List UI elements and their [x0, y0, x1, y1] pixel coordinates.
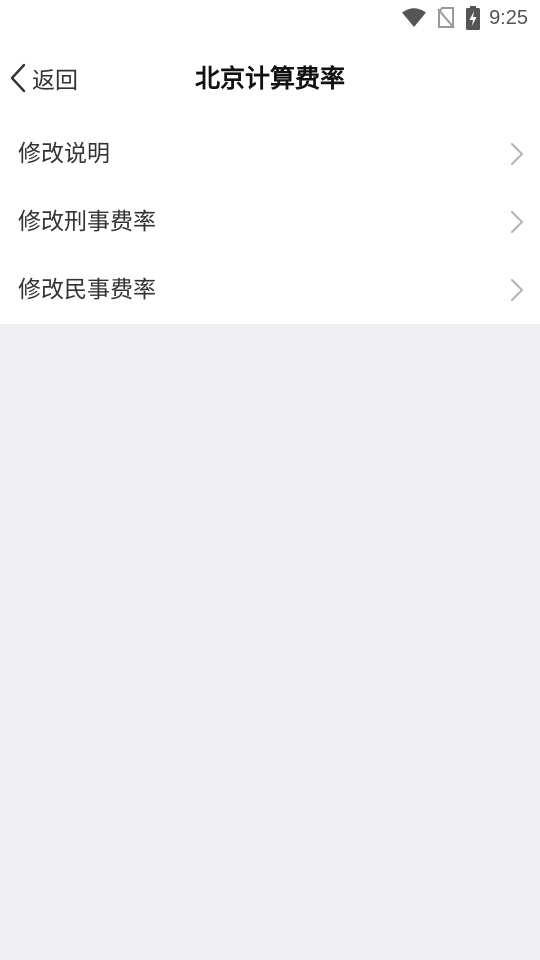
menu-item-label: 修改民事费率	[18, 277, 156, 303]
chevron-right-icon	[510, 210, 524, 234]
sim-off-icon	[437, 7, 455, 29]
menu-item-edit-civil-rate[interactable]: 修改民事费率	[0, 256, 540, 324]
menu-item-edit-notes[interactable]: 修改说明	[0, 120, 540, 188]
status-time: 9:25	[489, 7, 528, 29]
menu-item-label: 修改刑事费率	[18, 209, 156, 235]
status-bar: 9:25	[0, 0, 540, 36]
page-title: 北京计算费率	[194, 64, 345, 93]
chevron-right-icon	[510, 278, 524, 302]
menu-item-label: 修改说明	[18, 141, 110, 167]
menu-item-edit-criminal-rate[interactable]: 修改刑事费率	[0, 188, 540, 256]
navigation-bar: 返回 北京计算费率	[0, 36, 540, 120]
battery-charging-icon	[466, 6, 481, 30]
chevron-right-icon	[510, 142, 524, 166]
menu-list: 修改说明 修改刑事费率 修改民事费率	[0, 120, 540, 324]
content-background	[0, 324, 540, 960]
status-icons: 9:25	[401, 5, 528, 31]
wifi-icon	[401, 8, 427, 28]
